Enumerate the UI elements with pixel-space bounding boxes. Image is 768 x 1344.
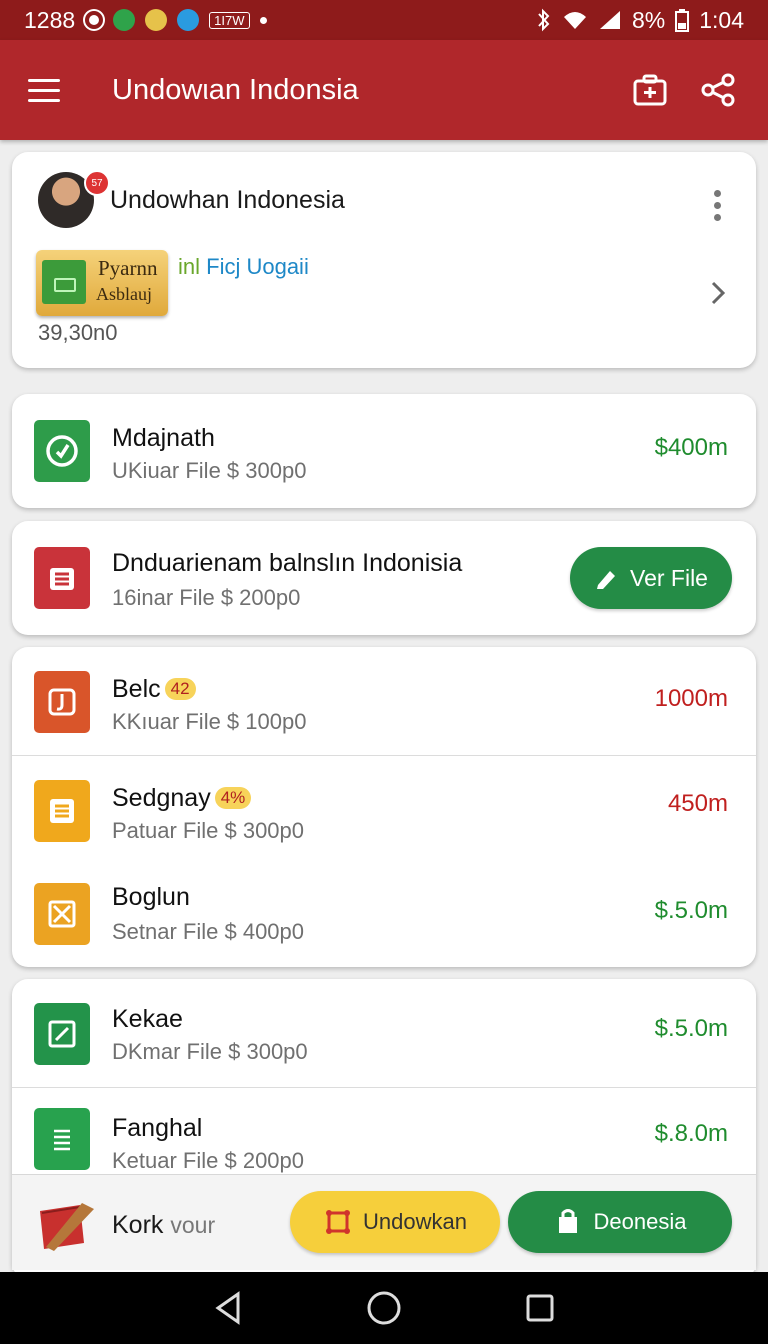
region-button[interactable]: Deonesia [508,1191,732,1253]
status-badge: 1I7W [209,11,250,29]
avatar-badge: 57 [84,170,110,196]
crop-icon [326,1210,351,1234]
pencil-icon [597,571,615,589]
bottom-label-main: Kork [112,1211,164,1239]
back-icon[interactable] [208,1288,248,1328]
file-title: Fanghal [112,1114,203,1142]
bluetooth-icon [538,8,550,32]
dot-icon [259,16,267,24]
clock-icon [34,420,90,482]
status-clock: 1:04 [699,6,744,33]
file-title: Boglun [112,883,190,911]
file-amount: $400m [654,434,728,461]
chevron-right-icon[interactable] [710,280,726,311]
battery-icon [675,9,690,32]
bottom-action-bar: Kork vour Undowkan Deonesia [12,1174,756,1270]
menu-icon[interactable] [28,72,64,108]
view-file-button[interactable]: Ver File [570,547,732,609]
file-subtitle: DKmar File $ 300p0 [112,1039,308,1064]
list-item[interactable]: Sedgnay 4% Patuar File $ 300p0 450m [12,755,756,863]
promo-banner[interactable]: Pyarnn Asblauj [36,250,168,316]
list-icon [34,780,90,842]
stack-icon [34,547,90,609]
status-bar: 1288 1I7W 8% 1:04 [0,0,768,40]
bottom-label: Kork vour [112,1211,215,1240]
file-subtitle: Patuar File $ 300p0 [112,818,305,843]
download-button-label: Undowkan [363,1209,467,1234]
bottom-label-muted: vour [170,1212,216,1238]
briefcase-icon[interactable] [628,68,672,112]
file-amount: $.5.0m [654,1015,728,1042]
list-item[interactable]: Kekae DKmar File $ 300p0 $.5.0m [12,979,756,1087]
file-subtitle: Ketuar File $ 200p0 [112,1148,305,1173]
file-title: Belc 42 [112,675,196,704]
file-subtitle: 16inar File $ 200p0 [112,585,301,610]
file-group-card: Belc 42 KKıuar File $ 100p0 1000m Sedgnay… [12,647,756,967]
app-notification-icon [113,9,136,31]
notification-icon [85,11,104,29]
sheet-icon [34,1108,90,1170]
file-amount: $.8.0m [654,1120,728,1147]
promo-line-2: Asblauj [96,284,152,304]
list-item[interactable]: Belc 42 KKıuar File $ 100p0 1000m [12,647,756,755]
list-item[interactable]: Mdajnath UKiuar File $ 300p0 $400m [12,394,756,502]
signal-icon [599,11,620,29]
bag-icon [558,1209,577,1233]
region-button-label: Deonesia [593,1209,687,1234]
file-subtitle: KKıuar File $ 100p0 [112,709,307,734]
download-button[interactable]: Undowkan [290,1191,500,1253]
profile-amount: 39,30n0 [38,320,118,345]
file-title: Mdajnath [112,424,215,452]
app-bar: Undowιan Indonsia [0,40,768,140]
list-item[interactable]: Boglun Setnar File $ 400p0 $.5.0m [12,863,756,967]
file-title: Dnduarienam balnslın Indonisia [112,549,463,577]
file-title: Kekae [112,1005,183,1033]
battery-percent: 8% [631,6,666,33]
promo-link-prefix: inl [178,254,201,279]
promo-link[interactable]: inl Ficj Uogaii [178,254,309,280]
count-badge: 42 [164,678,196,700]
profile-card[interactable]: 57 Undowhan Indonesia Pyarnn Asblauj inl… [12,152,756,368]
file-amount: 450m [667,790,728,817]
hook-icon [34,671,90,733]
recents-icon[interactable] [520,1288,560,1328]
view-file-label: Ver File [630,564,708,591]
x-doc-icon [34,883,90,945]
edit-icon [34,1003,90,1065]
app-title: Undowιan Indonsia [112,73,359,106]
home-icon[interactable] [364,1288,404,1328]
file-title-text: Belc [112,675,161,703]
promo-line-1: Pyarnn [98,256,158,280]
more-options-icon[interactable] [714,190,722,221]
status-time-left: 1288 [24,6,76,33]
file-title-text: Sedgnay [112,784,211,812]
file-card[interactable]: Mdajnath UKiuar File $ 300p0 $400m [12,394,756,508]
file-subtitle: UKiuar File $ 300p0 [112,458,307,483]
file-title: Sedgnay 4% [112,784,252,813]
system-nav-bar [0,1272,768,1344]
wallet-icon [42,260,86,304]
file-amount: $.5.0m [654,897,728,924]
book-icon[interactable] [36,1199,94,1251]
file-card[interactable]: Dnduarienam balnslın Indonisia 16inar Fi… [12,521,756,635]
share-icon[interactable] [696,68,740,112]
wifi-icon [563,12,586,29]
file-subtitle: Setnar File $ 400p0 [112,919,305,944]
promo-link-text: Ficj Uogaii [206,254,309,279]
file-amount: 1000m [654,685,728,712]
percent-badge: 4% [214,787,252,809]
weather-icon [145,9,168,31]
twitter-icon [177,9,200,31]
profile-name: Undowhan Indonesia [110,186,345,214]
list-item[interactable]: Dnduarienam balnslın Indonisia 16inar Fi… [12,521,756,629]
